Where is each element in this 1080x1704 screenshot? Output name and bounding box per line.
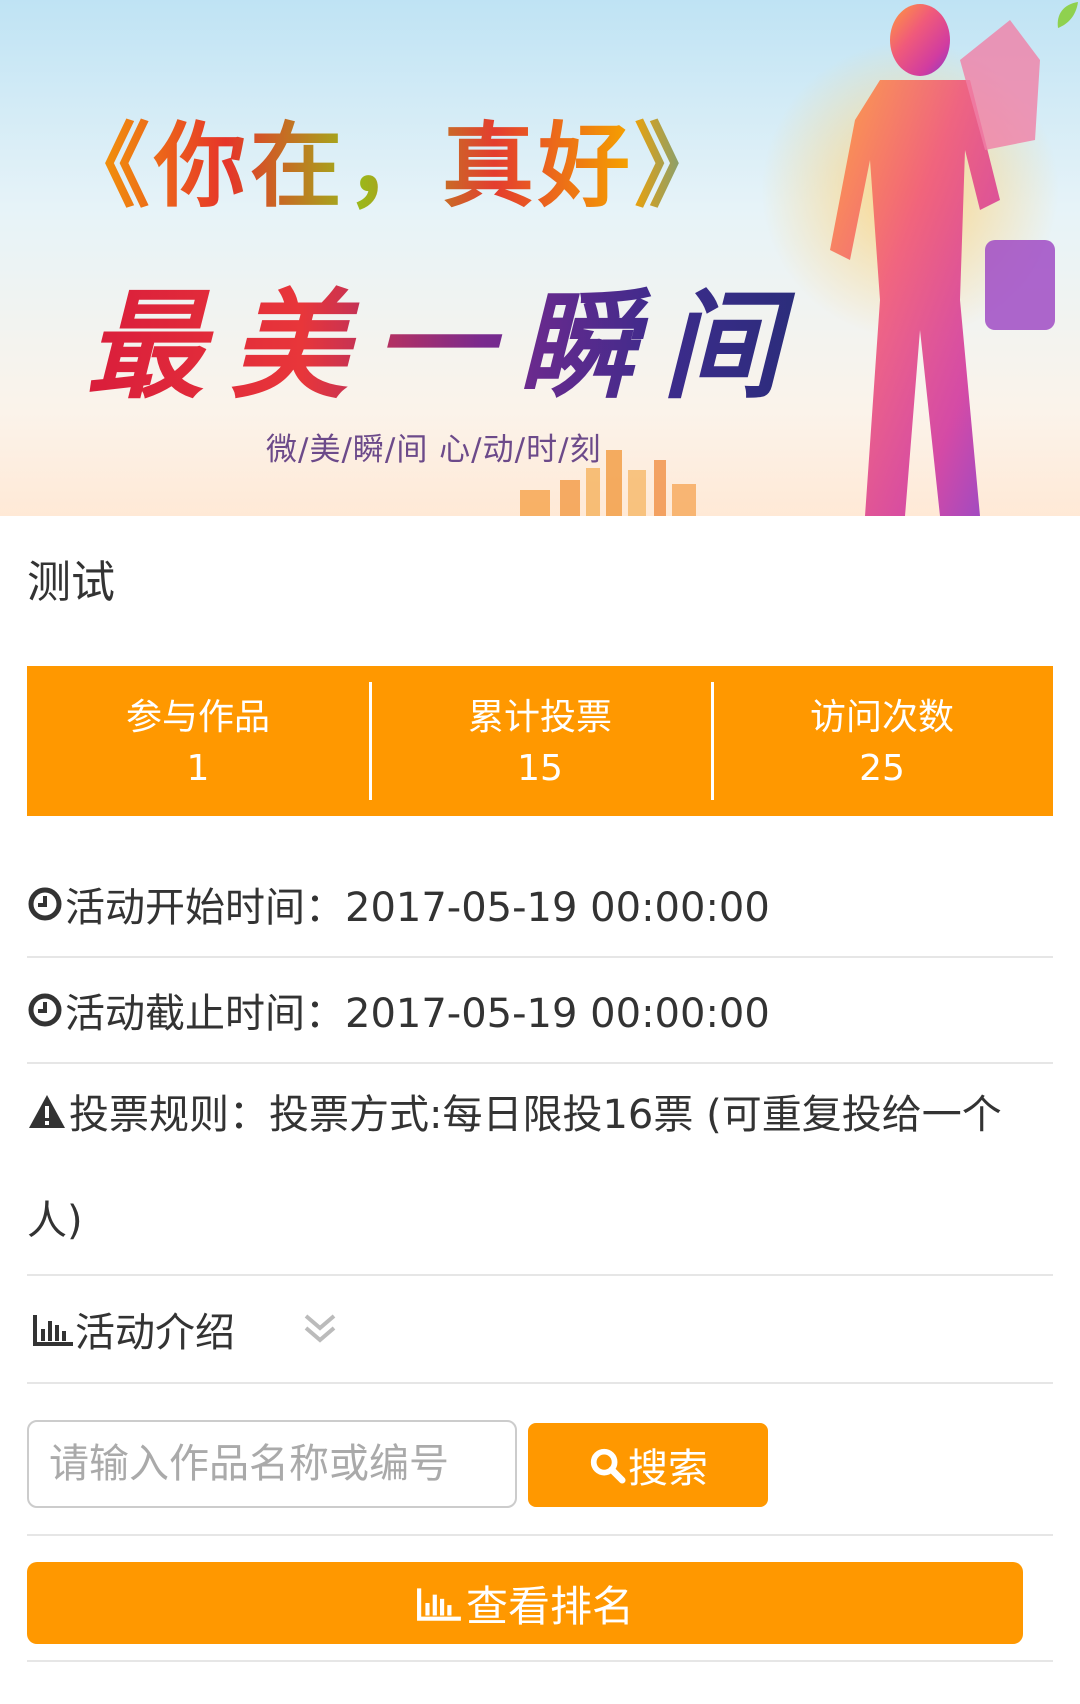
clock-icon [28,887,62,921]
stat-value: 25 [859,748,905,789]
stat-label: 访问次数 [809,697,954,738]
stat-visits: 访问次数 25 [711,666,1053,816]
stat-label: 参与作品 [125,697,270,738]
warning-icon [29,1095,65,1128]
search-button-label: 搜索 [628,1446,708,1492]
divider [27,1534,1053,1536]
search-input[interactable] [27,1420,517,1508]
clock-icon [28,993,62,1027]
traveler-silhouette-graphic [830,4,1055,516]
view-ranking-label: 查看排名 [465,1581,634,1631]
bar-chart-icon [33,1315,73,1346]
banner-subtitle: 最美一瞬间 [86,250,806,421]
divider [27,1660,1053,1662]
vote-rules-row: 投票规则：投票方式:每日限投16票 (可重复投给一个人) [27,1062,1053,1276]
start-time-text: 活动开始时间：2017-05-19 00:00:00 [65,885,770,931]
activity-intro-label: 活动介绍 [75,1310,235,1356]
vote-rules-text: 投票规则：投票方式:每日限投16票 (可重复投给一个人) [27,1092,1002,1244]
stat-total-votes: 累计投票 15 [369,666,711,816]
bar-chart-icon [417,1588,461,1621]
activity-intro-toggle[interactable]: 活动介绍 [27,1276,1053,1384]
search-button[interactable]: 搜索 [528,1423,768,1507]
view-ranking-button[interactable]: 查看排名 [27,1562,1023,1644]
start-time-row: 活动开始时间：2017-05-19 00:00:00 [27,852,1053,958]
chevron-double-down-icon[interactable] [300,1308,340,1348]
stat-entries: 参与作品 1 [27,666,369,816]
activity-title: 测试 [27,557,115,608]
leaf-icon [1057,2,1078,28]
stat-label: 累计投票 [467,697,612,738]
stat-value: 15 [517,748,563,789]
search-icon [590,1448,626,1484]
stats-panel: 参与作品 1 累计投票 15 访问次数 25 [27,666,1053,816]
end-time-row: 活动截止时间：2017-05-19 00:00:00 [27,958,1053,1064]
end-time-text: 活动截止时间：2017-05-19 00:00:00 [65,991,770,1037]
city-skyline-graphic [520,450,696,516]
banner-title: 《你在，真好》 [58,92,730,225]
banner: 《你在，真好》 最美一瞬间 微/美/瞬/间 心/动/时/刻 [0,0,1080,516]
stat-value: 1 [186,748,210,789]
